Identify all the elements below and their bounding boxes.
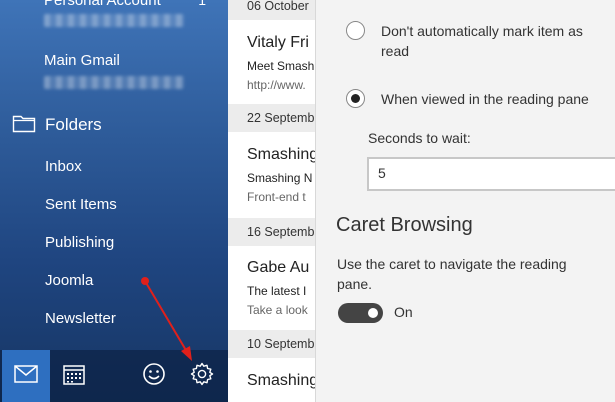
smiley-icon — [142, 362, 166, 391]
folder-sent-items[interactable]: Sent Items — [45, 196, 117, 213]
message-subject: Meet Smash — [247, 59, 315, 73]
account-personal[interactable]: Personal Account 1 — [0, 0, 228, 30]
mail-button[interactable] — [2, 350, 50, 402]
redacted-email — [44, 14, 184, 27]
account-main-gmail[interactable]: Main Gmail — [0, 52, 228, 90]
folder-inbox[interactable]: Inbox — [45, 158, 82, 175]
seconds-label: Seconds to wait: — [368, 130, 471, 146]
calendar-button[interactable] — [50, 350, 98, 402]
message-item[interactable]: Vitaly Fri Meet Smash http://www. — [247, 34, 315, 92]
option-label: When viewed in the reading pane — [381, 91, 589, 107]
message-item[interactable]: Smashing Smashing N Front-end t — [247, 146, 315, 204]
folders-label: Folders — [45, 115, 102, 134]
section-title: Caret Browsing — [336, 214, 473, 236]
message-sender: Smashing — [247, 372, 315, 389]
message-preview: http://www. — [247, 78, 306, 92]
gear-icon — [190, 362, 214, 391]
caret-browsing-toggle[interactable] — [338, 303, 383, 323]
message-sender: Smashing — [247, 146, 315, 163]
unread-count: 1 — [198, 0, 206, 8]
message-list: 06 October Vitaly Fri Meet Smash http://… — [228, 0, 315, 402]
message-sender: Vitaly Fri — [247, 34, 309, 51]
bottom-app-bar — [0, 350, 228, 402]
calendar-icon — [63, 363, 85, 390]
message-subject: Smashing N — [247, 171, 313, 185]
seconds-input[interactable]: 5 — [367, 157, 615, 191]
folder-newsletter[interactable]: Newsletter — [45, 310, 116, 327]
option-label: Don't automatically mark item as read — [381, 23, 583, 59]
message-item[interactable]: Gabe Au The latest I Take a look — [247, 259, 315, 317]
account-label: Personal Account — [44, 0, 161, 9]
option-dont-mark-read[interactable]: Don't automatically mark item as read — [346, 21, 583, 61]
radio-button-selected[interactable] — [346, 89, 365, 108]
date-header: 16 Septemb — [228, 218, 315, 246]
folder-joomla[interactable]: Joomla — [45, 272, 93, 289]
toggle-state-label: On — [394, 304, 413, 320]
mail-icon — [14, 364, 38, 388]
folder-icon — [12, 113, 36, 138]
date-header: 10 Septemb — [228, 330, 315, 358]
date-header: 06 October — [228, 0, 315, 20]
message-preview: Front-end t — [247, 190, 306, 204]
message-sender: Gabe Au — [247, 259, 310, 276]
redacted-email — [44, 76, 184, 89]
option-mark-when-viewed[interactable]: When viewed in the reading pane — [346, 89, 589, 109]
folders-header[interactable]: Folders — [12, 112, 102, 138]
message-item[interactable]: Smashing — [247, 372, 315, 393]
message-subject: The latest I — [247, 284, 307, 298]
account-label: Main Gmail — [44, 52, 120, 69]
navigation-sidebar: Personal Account 1 Main Gmail Folders In… — [0, 0, 228, 402]
radio-button[interactable] — [346, 21, 365, 40]
date-header: 22 Septemb — [228, 104, 315, 132]
caret-description: Use the caret to navigate the reading pa… — [337, 256, 567, 292]
reading-settings-panel: Don't automatically mark item as read Wh… — [315, 0, 615, 402]
folder-publishing[interactable]: Publishing — [45, 234, 114, 251]
settings-button[interactable] — [178, 350, 226, 402]
feedback-button[interactable] — [130, 350, 178, 402]
message-preview: Take a look — [247, 303, 308, 317]
